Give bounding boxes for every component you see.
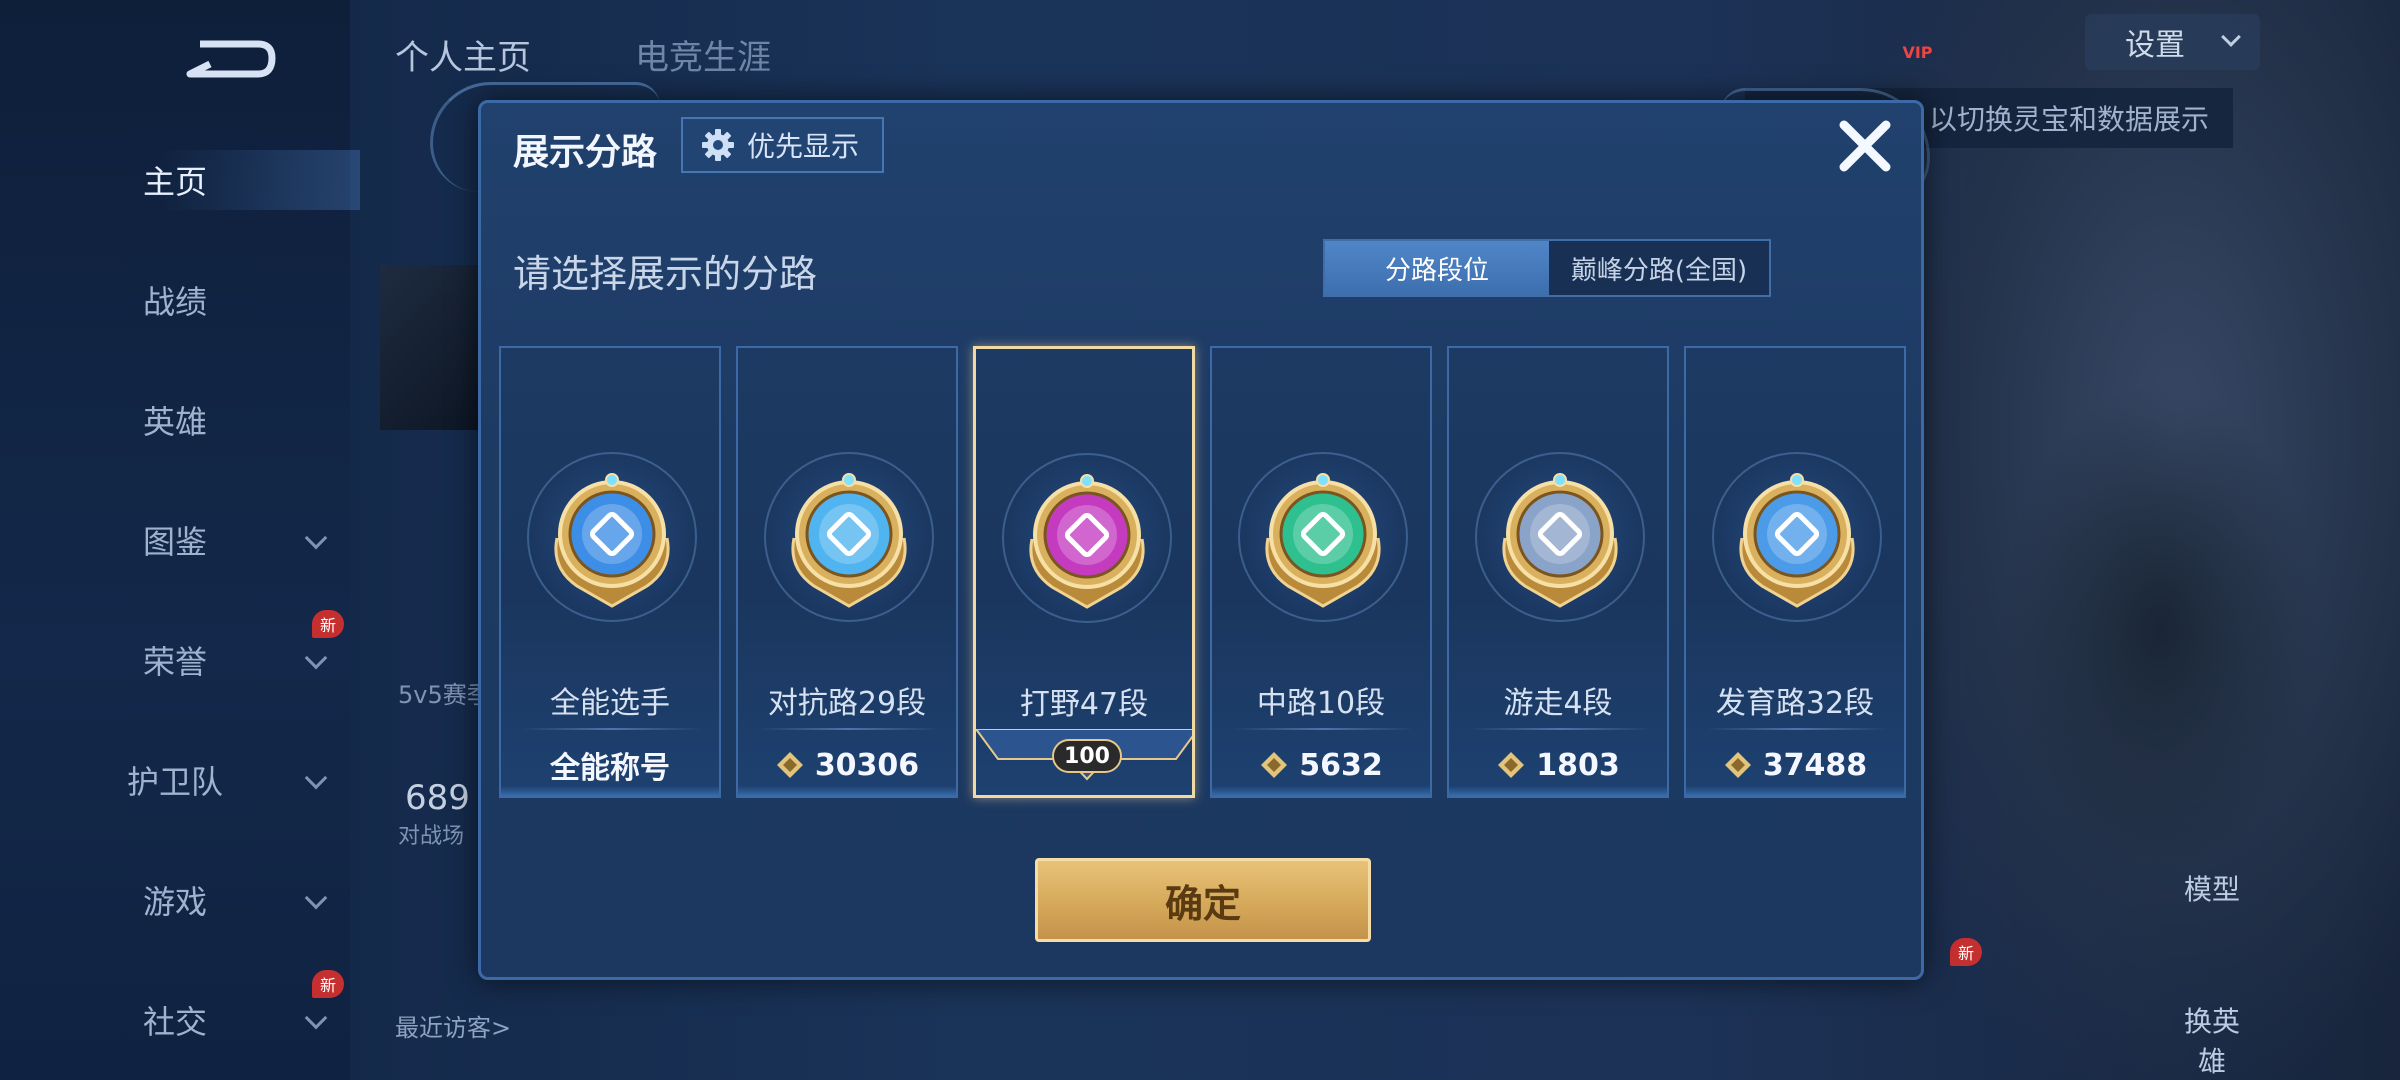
tab-personal-home[interactable]: 个人主页: [395, 30, 531, 79]
card-bottom-glow: [1686, 786, 1904, 796]
recent-visitors-link[interactable]: 最近访客>: [395, 1008, 511, 1043]
lane-card-all-round[interactable]: 全能选手 全能称号: [499, 346, 721, 798]
lane-score: 1803: [1449, 738, 1667, 792]
lane-score-value: 1803: [1536, 747, 1620, 783]
gear-icon: [702, 129, 734, 161]
lane-name: 全能选手: [550, 686, 670, 721]
tab-lane-rank[interactable]: 分路段位: [1325, 241, 1549, 295]
lane-display-dialog: 展示分路 优先显示 请选择展示的分路 分路段位 巅峰分路(全国) 全能选手全能称…: [478, 100, 1924, 980]
sidebar-item-honor[interactable]: 荣誉: [0, 630, 350, 690]
new-badge: 新: [312, 970, 344, 998]
hint-text: 以切换灵宝和数据展示: [1928, 103, 2209, 136]
sidebar-item-label: 社交: [142, 1003, 207, 1041]
lane-card-farm[interactable]: 发育路32段 37488: [1684, 346, 1906, 798]
lane-name: 打野47段: [1019, 687, 1149, 722]
match-count-value: 689: [405, 778, 470, 818]
lane-score: 5632: [1212, 738, 1430, 792]
chevron-down-icon: [304, 1006, 328, 1030]
match-count-label: 对战场: [398, 824, 465, 849]
close-icon[interactable]: [1834, 115, 1896, 177]
divider: [1469, 728, 1651, 730]
lane-score: 37488: [1686, 738, 1904, 792]
lane-score-value: 全能称号: [550, 751, 670, 786]
lane-name: 游走4段: [1503, 686, 1613, 721]
swap-hero-button[interactable]: 换英雄: [2172, 1000, 2252, 1080]
model-button[interactable]: 模型: [2172, 868, 2252, 908]
back-arrow-icon[interactable]: [180, 30, 280, 85]
priority-display-label: 优先显示: [747, 130, 860, 163]
lane-score: 全能称号: [501, 738, 719, 792]
roam-badge-icon: [1502, 473, 1618, 608]
card-bottom-glow: [738, 786, 956, 796]
lane-name: 对抗路29段: [767, 686, 927, 721]
lane-card-mid[interactable]: 中路10段 5632: [1210, 346, 1432, 798]
settings-button[interactable]: 设置: [2085, 14, 2260, 70]
sidebar-item-guard[interactable]: 护卫队: [0, 750, 350, 810]
sidebar-item-game[interactable]: 游戏: [0, 870, 350, 930]
sidebar: 主页 战绩 英雄 图鉴 荣誉新护卫队 游戏 社交新: [0, 0, 360, 1080]
divider: [521, 728, 703, 730]
tab-esports-career[interactable]: 电竞生涯: [635, 30, 771, 79]
jungle-badge-icon: [1029, 474, 1145, 609]
vip-badge: VIP: [1902, 43, 1933, 62]
sidebar-item-label: 荣誉: [142, 643, 207, 681]
chevron-down-icon: [304, 766, 328, 790]
sidebar-item-label: 图鉴: [142, 523, 207, 561]
rank-ribbon: 100: [976, 728, 1192, 795]
sidebar-item-label: 护卫队: [126, 763, 223, 801]
tab-peak-lane[interactable]: 巅峰分路(全国): [1549, 241, 1769, 295]
dialog-subtitle: 请选择展示的分路: [513, 252, 818, 296]
mid-lane-badge-icon: [1265, 473, 1381, 608]
sidebar-item-record[interactable]: 战绩: [0, 270, 350, 330]
lane-name: 中路10段: [1256, 686, 1386, 721]
season-label: 5v5赛季: [398, 681, 491, 709]
dialog-title: 展示分路: [513, 132, 658, 173]
lane-score: 30306: [738, 738, 956, 792]
settings-label: 设置: [2125, 28, 2185, 63]
profile-image: [380, 265, 480, 430]
sidebar-item-heroes[interactable]: 英雄: [0, 390, 350, 450]
sidebar-item-label: 游戏: [142, 883, 207, 921]
lane-card-roam[interactable]: 游走4段 1803: [1447, 346, 1669, 798]
all-round-badge-icon: [554, 473, 670, 608]
rank-points-icon: [1498, 752, 1525, 778]
sidebar-item-label: 主页: [142, 163, 207, 201]
card-bottom-glow: [501, 786, 719, 796]
priority-display-button[interactable]: 优先显示: [681, 117, 884, 173]
rank-points-icon: [1261, 752, 1288, 778]
lane-card-clash[interactable]: 对抗路29段 30306: [736, 346, 958, 798]
chevron-down-icon: [304, 646, 328, 670]
sidebar-item-codex[interactable]: 图鉴: [0, 510, 350, 570]
sidebar-item-label: 战绩: [142, 283, 207, 321]
rank-points-icon: [776, 752, 803, 778]
lane-card-jungle[interactable]: 打野47段 100: [973, 346, 1195, 798]
lane-score-value: 37488: [1762, 747, 1868, 783]
farm-lane-badge-icon: [1739, 473, 1855, 608]
card-bottom-glow: [1212, 786, 1430, 796]
hero-background-shadow: [2000, 380, 2320, 880]
new-badge: 新: [1950, 938, 1982, 966]
card-bottom-glow: [1449, 786, 1667, 796]
chevron-down-icon: [304, 526, 328, 550]
divider: [758, 728, 940, 730]
new-badge: 新: [312, 610, 344, 638]
divider: [1232, 728, 1414, 730]
confirm-label: 确定: [1164, 881, 1241, 926]
sidebar-item-label: 英雄: [142, 403, 207, 441]
rank-number: 100: [1052, 739, 1122, 773]
chevron-down-icon: [304, 886, 328, 910]
lane-score-value: 30306: [814, 747, 920, 783]
rank-points-icon: [1724, 752, 1751, 778]
lane-score-value: 5632: [1299, 747, 1383, 783]
sidebar-item-social[interactable]: 社交: [0, 990, 350, 1050]
clash-lane-badge-icon: [791, 473, 907, 608]
confirm-button[interactable]: 确定: [1035, 858, 1371, 942]
chevron-down-icon: [2221, 27, 2241, 47]
view-toggle: 分路段位 巅峰分路(全国): [1323, 239, 1771, 297]
divider: [1706, 728, 1888, 730]
sidebar-item-home[interactable]: 主页: [0, 150, 350, 210]
lane-name: 发育路32段: [1715, 686, 1875, 721]
